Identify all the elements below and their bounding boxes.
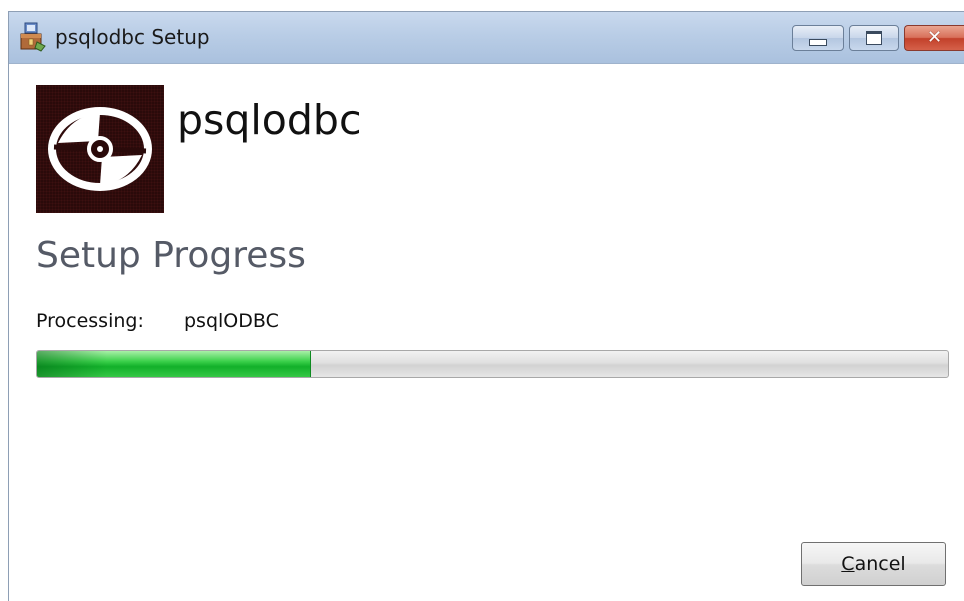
status-label: Processing: <box>36 310 144 332</box>
cancel-button[interactable]: Cancel <box>801 542 946 586</box>
progress-fill <box>37 351 312 377</box>
minimize-icon <box>809 38 827 46</box>
close-icon: ✕ <box>926 27 943 48</box>
product-logo <box>36 85 164 213</box>
maximize-button[interactable] <box>849 25 899 51</box>
product-name: psqlodbc <box>177 96 362 144</box>
maximize-icon <box>866 31 882 45</box>
progress-bar <box>36 350 949 378</box>
installer-icon <box>20 22 46 52</box>
cancel-label: ancel <box>854 553 906 575</box>
minimize-button[interactable] <box>792 25 844 51</box>
page-title: Setup Progress <box>36 235 306 276</box>
status-value: psqlODBC <box>184 310 279 332</box>
close-button[interactable]: ✕ <box>904 25 964 51</box>
window-title: psqlodbc Setup <box>55 25 210 49</box>
disc-icon <box>48 107 152 191</box>
cancel-accelerator: C <box>841 553 855 575</box>
title-bar[interactable]: psqlodbc Setup ✕ <box>9 12 964 64</box>
setup-window: psqlodbc Setup ✕ psqlodbc Setup Progress… <box>8 11 964 601</box>
